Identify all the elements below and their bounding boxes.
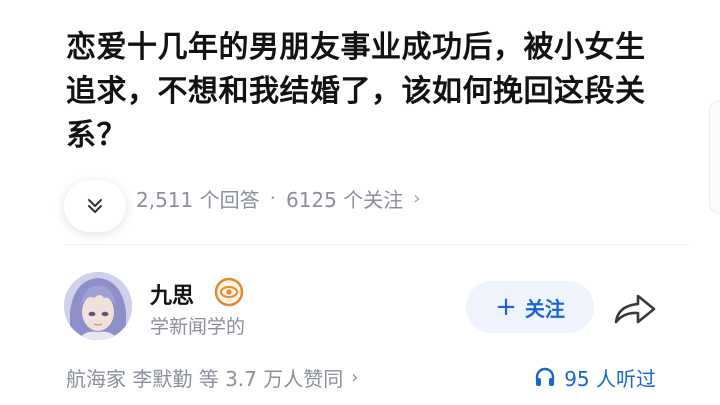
plus-icon: + [495,292,517,322]
author-bio: 学新闻学的 [150,316,246,338]
follow-button[interactable]: + 关注 [466,281,594,333]
follow-label: 关注 [524,296,565,321]
meta-separator: · [269,186,276,210]
meta-chevron-icon: › [413,187,421,209]
headphones-icon [535,367,555,386]
answer-footer: 航海家 李默勤 等 3.7 万人赞同 › 95 人听过 [66,360,656,394]
double-chevron-down-icon [88,199,102,213]
section-divider [66,244,690,245]
upvote-summary[interactable]: 航海家 李默勤 等 3.7 万人赞同 [66,363,343,392]
share-arrow-icon[interactable] [612,288,658,328]
side-panel-tab[interactable] [709,100,720,214]
answer-count[interactable]: 2,511 个回答 [136,184,260,213]
question-title: 恋爱十几年的男朋友事业成功后，被小女生追求，不想和我结婚了，该如何挽回这段关系？ [66,30,646,153]
upvote-chevron-icon: › [351,366,359,388]
author-name[interactable]: 九思 [150,278,194,310]
expand-button[interactable] [64,180,126,232]
eye-badge-icon [214,277,244,307]
avatar-illustration [64,272,132,340]
listen-text: 95 人听过 [564,366,656,391]
avatar[interactable] [64,272,132,340]
follower-count[interactable]: 6125 个关注 [286,184,403,213]
listen-count[interactable]: 95 人听过 [534,363,656,392]
